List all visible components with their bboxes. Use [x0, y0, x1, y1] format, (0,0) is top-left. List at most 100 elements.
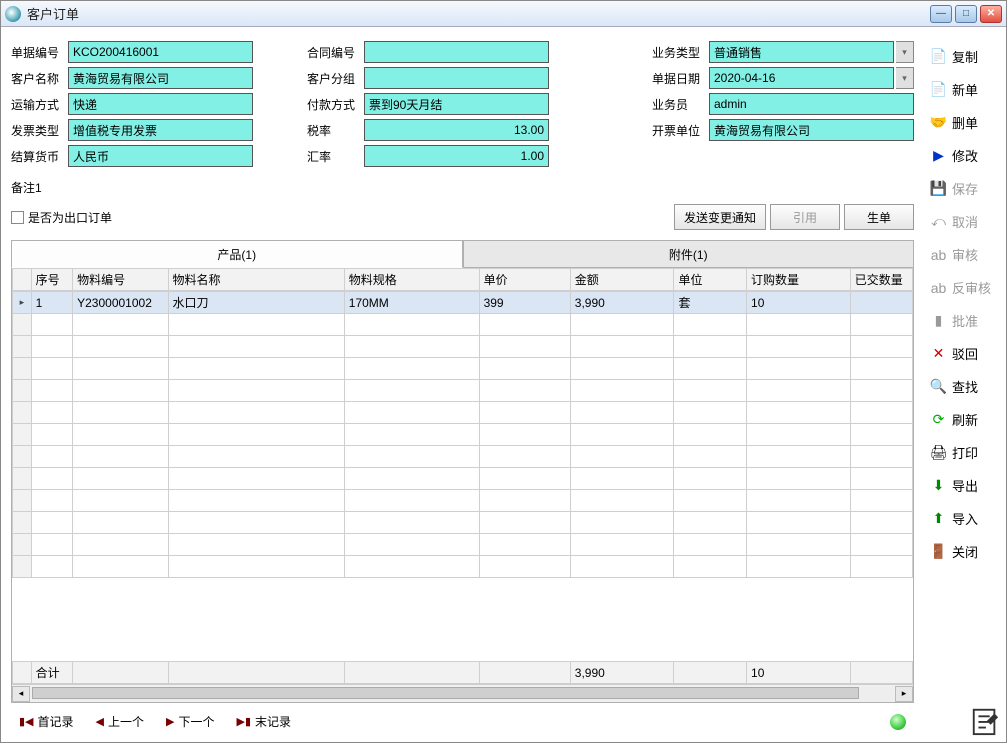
side-new[interactable]: 📄新单 — [930, 80, 1000, 99]
maximize-button[interactable]: □ — [955, 5, 977, 23]
field-currency[interactable]: 人民币 — [68, 145, 253, 167]
approve-icon: ▮ — [930, 312, 947, 329]
nav-prev[interactable]: ◀上一个 — [96, 713, 144, 730]
tab-attachment[interactable]: 附件(1) — [463, 240, 915, 268]
label-contract-no: 合同编号 — [307, 44, 362, 61]
side-refresh[interactable]: ⟳刷新 — [930, 410, 1000, 429]
edit-icon: ▶ — [930, 147, 947, 164]
nav-last[interactable]: ▶▮末记录 — [237, 713, 292, 730]
field-doc-date[interactable]: 2020-04-16 — [709, 67, 894, 89]
unaudit-icon: ab — [930, 279, 947, 296]
side-find[interactable]: 🔍查找 — [930, 377, 1000, 396]
table-row[interactable] — [13, 380, 913, 402]
save-icon: 💾 — [930, 180, 947, 197]
form-area: 单据编号 KCO200416001 合同编号 业务类型 普通销售 ▾ 客户名称 … — [11, 41, 914, 167]
label-pay: 付款方式 — [307, 96, 362, 113]
table-row[interactable] — [13, 358, 913, 380]
grid-header: 序号物料编号物料名称 物料规格单价金额 单位订购数量已交数量 — [13, 269, 913, 291]
label-ship: 运输方式 — [11, 96, 66, 113]
side-reject[interactable]: ✕驳回 — [930, 344, 1000, 363]
copy-icon: 📄 — [930, 48, 947, 65]
minimize-button[interactable]: — — [930, 5, 952, 23]
label-ex-rate: 汇率 — [307, 148, 362, 165]
first-icon: ▮◀ — [19, 715, 34, 728]
tab-product[interactable]: 产品(1) — [11, 240, 463, 268]
last-icon: ▶▮ — [237, 715, 252, 728]
titlebar[interactable]: 客户订单 — □ ✕ — [1, 1, 1006, 27]
side-export[interactable]: ⬇导出 — [930, 476, 1000, 495]
table-row[interactable] — [13, 468, 913, 490]
table-row[interactable]: ▸1Y2300001002水口刀170MM3993,990套10 — [13, 292, 913, 314]
side-edit[interactable]: ▶修改 — [930, 146, 1000, 165]
next-icon: ▶ — [166, 715, 174, 728]
label-customer: 客户名称 — [11, 70, 66, 87]
print-icon: 🖨 — [930, 444, 947, 461]
new-icon: 📄 — [930, 81, 947, 98]
side-save[interactable]: 💾保存 — [930, 179, 1000, 198]
side-delete[interactable]: 🤝删单 — [930, 113, 1000, 132]
label-inv-type: 发票类型 — [11, 122, 66, 139]
status-indicator-icon — [890, 714, 906, 730]
import-icon: ⬆ — [930, 510, 947, 527]
field-inv-unit[interactable]: 黄海贸易有限公司 — [709, 119, 914, 141]
button-generate[interactable]: 生单 — [844, 204, 914, 230]
table-row[interactable] — [13, 424, 913, 446]
table-row[interactable] — [13, 556, 913, 578]
data-grid[interactable]: 序号物料编号物料名称 物料规格单价金额 单位订购数量已交数量 ▸1Y23 — [11, 268, 914, 703]
grid-total-row: 合计 3,990 10 — [13, 662, 913, 684]
table-row[interactable] — [13, 402, 913, 424]
label-remark: 备注1 — [11, 179, 66, 196]
label-cust-group: 客户分组 — [307, 70, 362, 87]
table-row[interactable] — [13, 336, 913, 358]
field-order-no[interactable]: KCO200416001 — [68, 41, 253, 63]
refresh-icon: ⟳ — [930, 411, 947, 428]
checkbox-label: 是否为出口订单 — [28, 209, 112, 226]
dropdown-doc-date[interactable]: ▾ — [896, 67, 914, 89]
table-row[interactable] — [13, 446, 913, 468]
note-icon — [970, 706, 1000, 736]
field-pay[interactable]: 票到90天月结 — [364, 93, 549, 115]
side-import[interactable]: ⬆导入 — [930, 509, 1000, 528]
side-approve[interactable]: ▮批准 — [930, 311, 1000, 330]
table-row[interactable] — [13, 512, 913, 534]
button-reference[interactable]: 引用 — [770, 204, 840, 230]
field-contract-no[interactable] — [364, 41, 549, 63]
audit-icon: ab — [930, 246, 947, 263]
scroll-right-icon[interactable]: ▸ — [895, 686, 913, 702]
nav-first[interactable]: ▮◀首记录 — [19, 713, 74, 730]
label-doc-date: 单据日期 — [652, 70, 707, 87]
nav-next[interactable]: ▶下一个 — [166, 713, 214, 730]
field-salesman[interactable]: admin — [709, 93, 914, 115]
side-audit[interactable]: ab审核 — [930, 245, 1000, 264]
checkbox-box — [11, 211, 24, 224]
field-cust-group[interactable] — [364, 67, 549, 89]
field-ex-rate[interactable]: 1.00 — [364, 145, 549, 167]
table-row[interactable] — [13, 314, 913, 336]
label-biz-type: 业务类型 — [652, 44, 707, 61]
dropdown-biz-type[interactable]: ▾ — [896, 41, 914, 63]
label-salesman: 业务员 — [652, 96, 707, 113]
checkbox-export-order[interactable]: 是否为出口订单 — [11, 209, 112, 226]
close-button[interactable]: ✕ — [980, 5, 1002, 23]
find-icon: 🔍 — [930, 378, 947, 395]
field-inv-type[interactable]: 增值税专用发票 — [68, 119, 253, 141]
window-title: 客户订单 — [27, 4, 930, 23]
side-print[interactable]: 🖨打印 — [930, 443, 1000, 462]
side-unaudit[interactable]: ab反审核 — [930, 278, 1000, 297]
side-close[interactable]: 🚪关闭 — [930, 542, 1000, 561]
horizontal-scrollbar[interactable]: ◂ ▸ — [12, 684, 913, 702]
label-tax-rate: 税率 — [307, 122, 362, 139]
field-ship[interactable]: 快递 — [68, 93, 253, 115]
scroll-left-icon[interactable]: ◂ — [12, 686, 30, 702]
table-row[interactable] — [13, 534, 913, 556]
field-tax-rate[interactable]: 13.00 — [364, 119, 549, 141]
field-biz-type[interactable]: 普通销售 — [709, 41, 894, 63]
side-cancel[interactable]: ⤺取消 — [930, 212, 1000, 231]
reject-icon: ✕ — [930, 345, 947, 362]
label-currency: 结算货币 — [11, 148, 66, 165]
button-send-change[interactable]: 发送变更通知 — [674, 204, 766, 230]
table-row[interactable] — [13, 490, 913, 512]
field-customer[interactable]: 黄海贸易有限公司 — [68, 67, 253, 89]
side-copy[interactable]: 📄复制 — [930, 47, 1000, 66]
export-icon: ⬇ — [930, 477, 947, 494]
